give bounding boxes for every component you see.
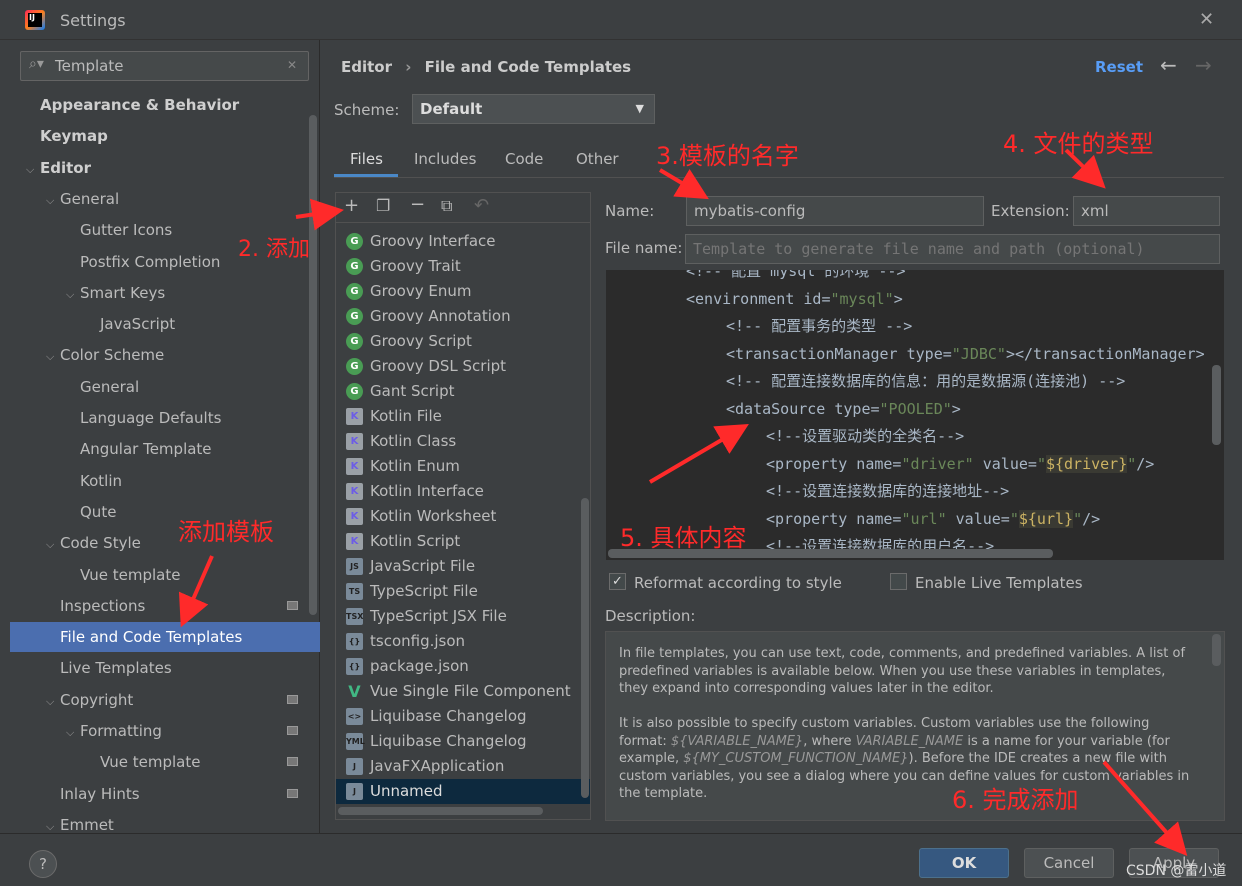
arrow-content bbox=[648, 423, 749, 484]
arrow-template bbox=[178, 555, 214, 628]
annotation-arrows bbox=[178, 148, 1188, 856]
arrow-name bbox=[658, 168, 709, 200]
arrow-apply bbox=[1102, 760, 1188, 856]
arrow-type bbox=[1064, 148, 1106, 189]
arrow-add bbox=[295, 198, 344, 231]
